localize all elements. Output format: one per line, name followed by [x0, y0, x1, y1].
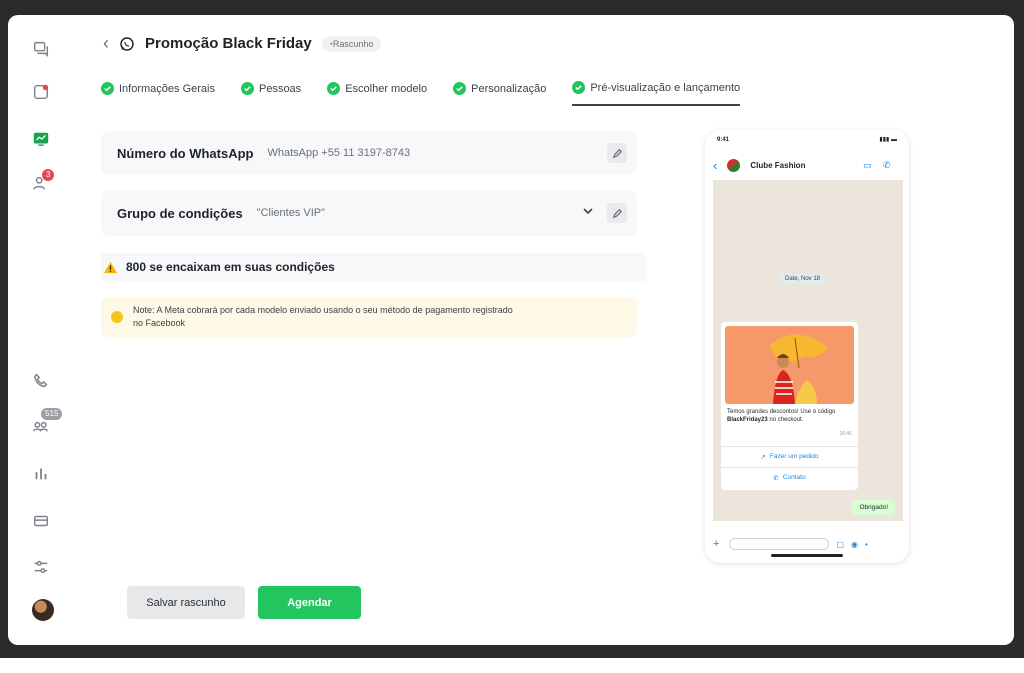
notification-icon[interactable]: [30, 81, 52, 103]
date-chip: Date, Nov 18: [779, 274, 827, 284]
microphone-icon[interactable]: •: [865, 540, 868, 549]
team-icon[interactable]: 515: [30, 408, 63, 435]
tab-pessoas[interactable]: Pessoas: [240, 81, 302, 106]
save-draft-button[interactable]: Salvar rascunho: [127, 586, 245, 619]
whatsapp-icon: [120, 36, 134, 51]
contact-avatar: [727, 158, 741, 172]
tab-pre-visualizacao[interactable]: Pré-visualização e lançamento: [572, 81, 741, 106]
billing-icon[interactable]: [30, 510, 52, 532]
sticker-icon[interactable]: ▢: [836, 540, 844, 549]
video-call-icon[interactable]: ▭: [863, 160, 872, 171]
tab-escolher-modelo[interactable]: Escolher modelo: [327, 81, 427, 106]
stepper: Informações Gerais Pessoas Escolher mode…: [101, 81, 741, 106]
message-text-part: Temos grandes descontos! Use o código: [727, 409, 836, 415]
reports-icon[interactable]: [30, 462, 52, 484]
chevron-down-icon[interactable]: [581, 204, 595, 223]
team-badge: 515: [41, 408, 63, 420]
whatsapp-number-field[interactable]: Número do WhatsApp WhatsApp +55 11 3197-…: [101, 131, 637, 175]
billing-note-text: Note: A Meta cobrará por cada modelo env…: [133, 305, 513, 328]
page-title: Promoção Black Friday: [145, 35, 312, 52]
contacts-badge: 3: [42, 169, 55, 181]
promo-image: [725, 326, 854, 404]
message-input[interactable]: [729, 538, 830, 550]
billing-note: Note: A Meta cobrará por cada modelo env…: [101, 297, 637, 337]
step-label: Pessoas: [258, 82, 302, 95]
chevron-left-icon[interactable]: ‹: [103, 33, 109, 54]
phone-icon[interactable]: [30, 370, 52, 392]
status-badge: Rascunho: [321, 35, 382, 52]
tab-informacoes-gerais[interactable]: Informações Gerais: [101, 81, 215, 106]
template-message-text: Temos grandes descontos! Use o código Bl…: [727, 408, 849, 424]
quick-reply-contact-button[interactable]: ✆ Contato: [721, 467, 858, 487]
status-icons: ▮▮▮ ▬: [879, 137, 897, 143]
chat-area: Date, Nov 18 Temos grandes descontos! Us…: [713, 180, 903, 521]
schedule-button[interactable]: Agendar: [258, 586, 361, 619]
settings-sliders-icon[interactable]: [30, 556, 52, 578]
check-circle-icon: [240, 82, 254, 95]
contacts-icon[interactable]: 3: [30, 169, 55, 194]
step-label: Pré-visualização e lançamento: [590, 81, 741, 94]
app-window: 3 515 ‹ Promoção Black Friday Rascunho I…: [8, 15, 1014, 645]
whatsapp-number-label: Número do WhatsApp: [117, 145, 254, 161]
conditions-group-field[interactable]: Grupo de condições "Clientes VIP": [101, 190, 637, 236]
sent-message: Obrigado!: [852, 500, 895, 515]
conditions-group-label: Grupo de condições: [117, 205, 243, 221]
whatsapp-number-value: WhatsApp +55 11 3197-8743: [267, 147, 411, 159]
step-label: Personalização: [471, 82, 547, 95]
page-header: ‹ Promoção Black Friday Rascunho: [103, 33, 382, 54]
sidebar: 3 515: [8, 15, 74, 645]
quick-reply-label: Contato: [782, 474, 806, 481]
phone-preview: 9:41 ▮▮▮ ▬ ‹ Clube Fashion ▭ ✆ Date, Nov…: [705, 130, 909, 563]
message-text-part: no checkout.: [767, 417, 804, 423]
check-circle-icon: [572, 81, 586, 94]
contact-name: Clube Fashion: [750, 160, 806, 170]
plus-icon[interactable]: +: [713, 538, 719, 550]
campaigns-icon[interactable]: [30, 128, 52, 150]
chat-header: ‹ Clube Fashion: [705, 152, 909, 178]
check-circle-icon: [327, 82, 341, 95]
phone-icon: ✆: [773, 474, 779, 482]
promo-code: BlackFriday23: [727, 417, 768, 423]
warning-triangle-icon: [103, 261, 118, 273]
user-avatar[interactable]: [32, 599, 54, 621]
voice-call-icon[interactable]: ✆: [883, 160, 891, 171]
chevron-left-icon[interactable]: ‹: [713, 158, 717, 173]
check-circle-icon: [101, 82, 114, 95]
screen-frame: 3 515 ‹ Promoção Black Friday Rascunho I…: [0, 0, 1024, 658]
chat-input-bar: + ▢ ◉ •: [705, 536, 909, 552]
inbox-icon[interactable]: [30, 37, 52, 59]
status-time: 9:41: [717, 137, 730, 143]
camera-icon[interactable]: ◉: [851, 540, 858, 549]
step-label: Escolher modelo: [345, 82, 428, 95]
edit-pencil-icon[interactable]: [607, 143, 627, 163]
info-dot-icon: [111, 311, 123, 323]
external-link-icon: ↗: [760, 453, 766, 461]
template-message-bubble: Temos grandes descontos! Use o código Bl…: [721, 322, 858, 490]
conditions-group-value: "Clientes VIP": [256, 207, 326, 219]
quick-reply-order-button[interactable]: ↗ Fazer um pedido: [721, 446, 858, 466]
quick-reply-label: Fazer um pedido: [769, 453, 819, 460]
tab-personalizacao[interactable]: Personalização: [453, 81, 546, 106]
edit-pencil-icon[interactable]: [607, 203, 627, 223]
match-warning: 800 se encaixam em suas condições: [101, 253, 646, 281]
match-warning-text: 800 se encaixam em suas condições: [126, 260, 335, 274]
home-indicator: [771, 554, 843, 557]
message-time: 16:46: [839, 431, 852, 437]
step-label: Informações Gerais: [119, 82, 215, 95]
check-circle-icon: [453, 82, 467, 95]
